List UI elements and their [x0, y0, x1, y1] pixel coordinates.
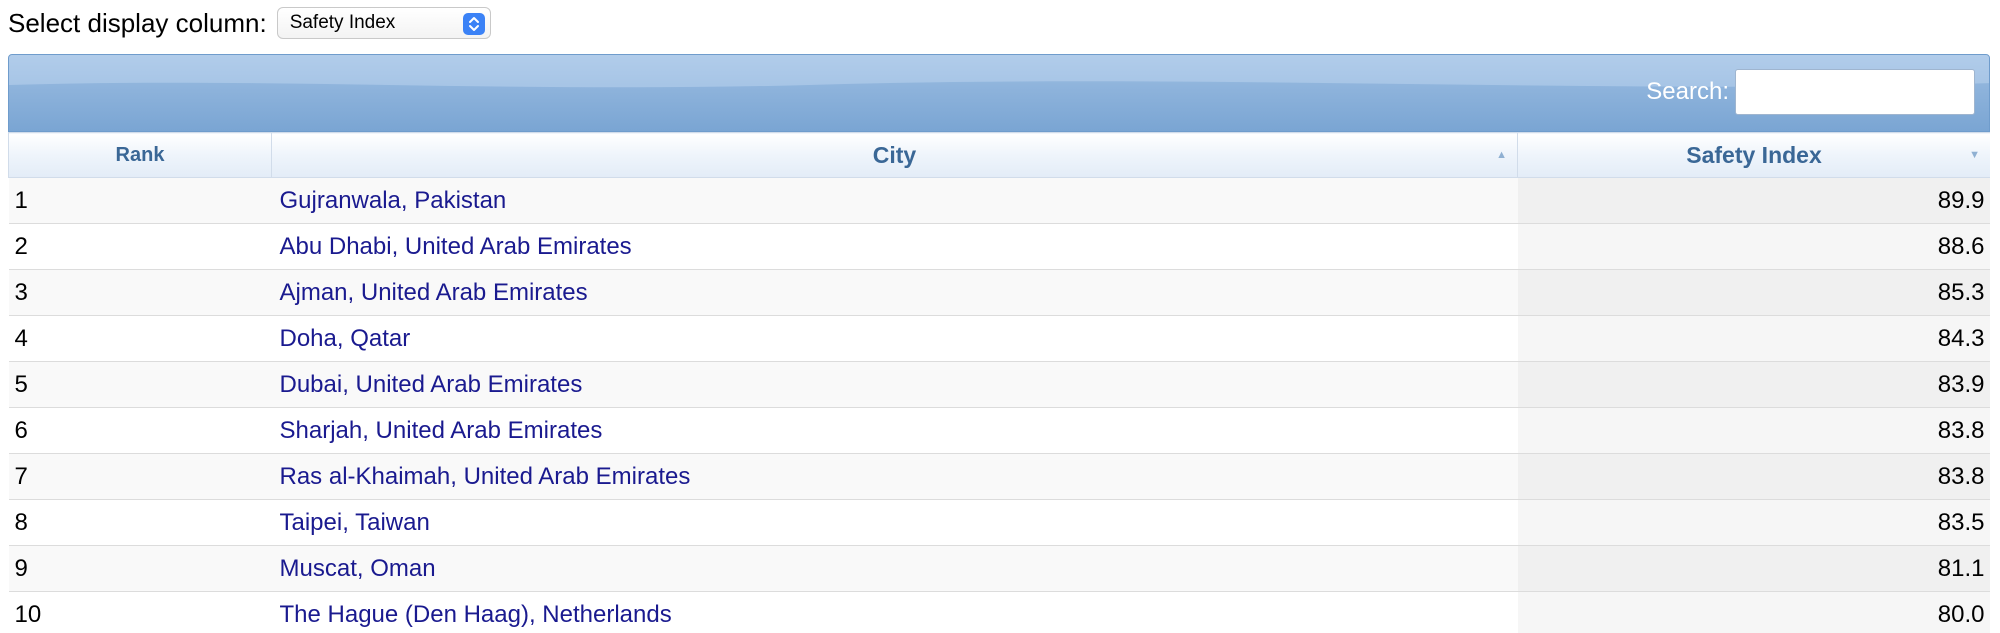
- city-cell: Gujranwala, Pakistan: [271, 177, 1518, 224]
- safety-index-cell: 83.8: [1517, 453, 1990, 500]
- safety-index-cell: 83.8: [1517, 407, 1990, 454]
- table-row: 9 Muscat, Oman 81.1: [8, 545, 1990, 592]
- rank-cell: 9: [8, 545, 272, 592]
- rank-cell: 5: [8, 361, 272, 408]
- city-link[interactable]: Gujranwala, Pakistan: [280, 187, 507, 214]
- display-column-select[interactable]: Safety Index: [276, 7, 491, 39]
- select-chevron-icon: [462, 13, 485, 35]
- rank-cell: 6: [8, 407, 272, 454]
- city-link[interactable]: Ajman, United Arab Emirates: [280, 279, 588, 306]
- city-cell: Dubai, United Arab Emirates: [271, 361, 1518, 408]
- city-cell: Taipei, Taiwan: [271, 499, 1518, 546]
- city-cell: Muscat, Oman: [271, 545, 1518, 592]
- city-link[interactable]: Ras al-Khaimah, United Arab Emirates: [280, 463, 691, 490]
- column-header-city-label: City: [872, 141, 917, 168]
- safety-index-cell: 88.6: [1517, 223, 1990, 270]
- city-cell: Sharjah, United Arab Emirates: [271, 407, 1518, 454]
- page: Select display column: Safety Index Sear…: [0, 0, 2000, 633]
- table-row: 4 Doha, Qatar 84.3: [8, 315, 1990, 362]
- search-label: Search:: [1646, 78, 1729, 105]
- column-header-city[interactable]: City ▲: [271, 132, 1518, 178]
- safety-index-cell: 89.9: [1517, 177, 1990, 224]
- city-cell: Doha, Qatar: [271, 315, 1518, 362]
- city-link[interactable]: Sharjah, United Arab Emirates: [280, 417, 603, 444]
- city-cell: Ajman, United Arab Emirates: [271, 269, 1518, 316]
- city-link[interactable]: Dubai, United Arab Emirates: [280, 371, 583, 398]
- column-header-safety-index-label: Safety Index: [1686, 141, 1822, 168]
- table-row: 7 Ras al-Khaimah, United Arab Emirates 8…: [8, 453, 1990, 500]
- safety-index-cell: 80.0: [1517, 591, 1990, 633]
- rank-cell: 7: [8, 453, 272, 500]
- rank-cell: 4: [8, 315, 272, 362]
- city-link[interactable]: Abu Dhabi, United Arab Emirates: [280, 233, 632, 260]
- safety-index-cell: 81.1: [1517, 545, 1990, 592]
- display-column-label: Select display column:: [8, 7, 267, 38]
- safety-index-cell: 84.3: [1517, 315, 1990, 362]
- safety-index-cell: 83.5: [1517, 499, 1990, 546]
- city-link[interactable]: Doha, Qatar: [280, 325, 411, 352]
- sort-ascending-icon: ▲: [1496, 149, 1507, 161]
- table-row: 1 Gujranwala, Pakistan 89.9: [8, 177, 1990, 224]
- sort-descending-icon: ▼: [1969, 149, 1980, 161]
- city-cell: Ras al-Khaimah, United Arab Emirates: [271, 453, 1518, 500]
- rank-cell: 8: [8, 499, 272, 546]
- city-cell: Abu Dhabi, United Arab Emirates: [271, 223, 1518, 270]
- column-header-rank-label: Rank: [115, 143, 165, 166]
- rank-cell: 3: [8, 269, 272, 316]
- table-search: Search:: [1646, 69, 1975, 115]
- table-row: 2 Abu Dhabi, United Arab Emirates 88.6: [8, 223, 1990, 270]
- column-header-safety-index[interactable]: Safety Index ▼: [1517, 132, 1990, 178]
- rankings-table: Rank City ▲ Safety Index ▼ 1 Gujranwala,…: [8, 132, 1990, 633]
- display-column-selected-value: Safety Index: [289, 12, 396, 33]
- table-row: 8 Taipei, Taiwan 83.5: [8, 499, 1990, 546]
- table-header-row: Rank City ▲ Safety Index ▼: [8, 132, 1990, 178]
- safety-index-cell: 85.3: [1517, 269, 1990, 316]
- table-toolbar: Search:: [8, 54, 1990, 132]
- rank-cell: 1: [8, 177, 272, 224]
- table-row: 6 Sharjah, United Arab Emirates 83.8: [8, 407, 1990, 454]
- column-header-rank[interactable]: Rank: [8, 132, 272, 178]
- table-row: 10 The Hague (Den Haag), Netherlands 80.…: [8, 591, 1990, 633]
- rankings-table-frame: Search: Rank City ▲ Safety Index ▼ 1 Guj…: [8, 54, 1990, 633]
- safety-index-cell: 83.9: [1517, 361, 1990, 408]
- table-row: 3 Ajman, United Arab Emirates 85.3: [8, 269, 1990, 316]
- city-cell: The Hague (Den Haag), Netherlands: [271, 591, 1518, 633]
- rank-cell: 2: [8, 223, 272, 270]
- display-column-selector: Select display column: Safety Index: [8, 6, 491, 40]
- city-link[interactable]: The Hague (Den Haag), Netherlands: [280, 601, 672, 628]
- city-link[interactable]: Taipei, Taiwan: [280, 509, 430, 536]
- search-input[interactable]: [1735, 69, 1975, 115]
- table-row: 5 Dubai, United Arab Emirates 83.9: [8, 361, 1990, 408]
- city-link[interactable]: Muscat, Oman: [280, 555, 436, 582]
- rank-cell: 10: [8, 591, 272, 633]
